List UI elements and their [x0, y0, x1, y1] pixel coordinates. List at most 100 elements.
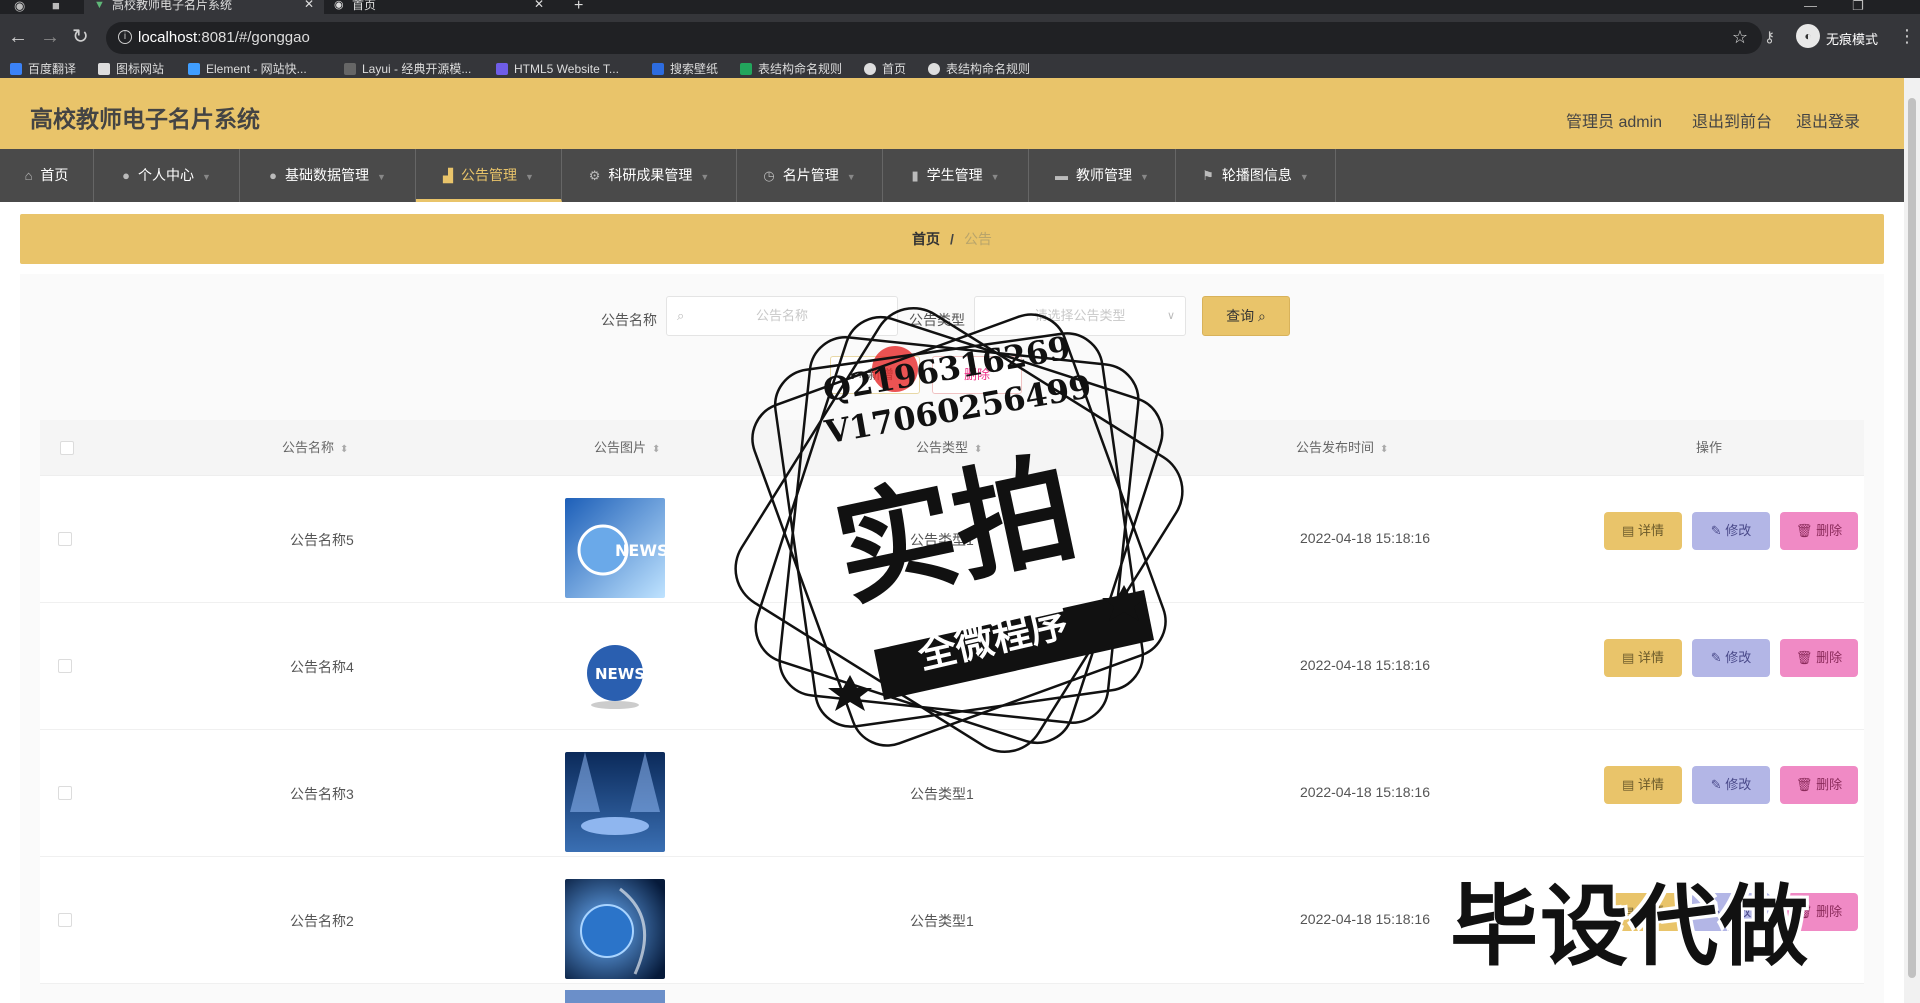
cursor-highlight: [872, 346, 918, 392]
table-row: 公告名称3 公告类型1 2022-04-18 15:18:16 ▤ 详情 ✎ 修…: [40, 730, 1864, 857]
bookmark-item[interactable]: Element - 网站快...: [188, 62, 307, 76]
table-row: 公告名称5 NEWS 公告类型1 2022-04-18 15:18:16 ▤ 详…: [40, 476, 1864, 603]
chevron-down-icon: ▼: [201, 172, 211, 182]
trash-icon: 🗑: [1795, 523, 1813, 538]
sheet-icon: [740, 63, 752, 75]
name-search-placeholder: 公告名称: [755, 308, 808, 323]
logout-link[interactable]: 退出登录: [1796, 108, 1860, 132]
table-row: 公告名称2 公告类型1 2022-04-18 15:18:16 ▤ 详情 ✎ 修…: [40, 857, 1864, 984]
notice-image[interactable]: NEWS: [565, 498, 665, 598]
col-notice-time[interactable]: 公告发布时间 ⬍: [1296, 420, 1388, 476]
batch-delete-button[interactable]: 删除: [932, 356, 1022, 394]
nav-item-teacher[interactable]: ▬ 教师管理 ▼: [1029, 149, 1176, 202]
row-time: 2022-04-18 15:18:16: [1300, 784, 1430, 800]
flag-icon: [98, 63, 110, 75]
edit-button[interactable]: ✎ 修改: [1692, 893, 1770, 931]
bookmark-item[interactable]: 表结构命名规则: [740, 62, 842, 76]
delete-button[interactable]: 🗑 删除: [1780, 639, 1858, 677]
flag-icon: ⚑: [1202, 168, 1214, 183]
col-notice-type[interactable]: 公告类型 ⬍: [916, 420, 982, 476]
maximize-icon[interactable]: ❐: [1852, 0, 1864, 14]
html5-icon: [496, 63, 508, 75]
row-type: 公告类型1: [910, 913, 974, 929]
nav-item-notice[interactable]: ▟ 公告管理 ▼: [416, 149, 562, 202]
notice-image[interactable]: [565, 752, 665, 852]
nav-item-basic-data[interactable]: ● 基础数据管理 ▼: [240, 149, 416, 202]
detail-button[interactable]: ▤ 详情: [1604, 766, 1682, 804]
incognito-badge[interactable]: ◐ 无痕模式: [1792, 22, 1902, 52]
info-icon[interactable]: i: [118, 30, 132, 44]
wallpaper-icon: [652, 63, 664, 75]
type-select[interactable]: 请选择公告类型 ∨: [974, 296, 1186, 336]
close-icon[interactable]: ✕: [304, 0, 314, 10]
new-tab-icon[interactable]: +: [574, 0, 583, 15]
delete-button[interactable]: 🗑 删除: [1780, 893, 1858, 931]
query-button[interactable]: 查询 ⌕: [1202, 296, 1290, 336]
nav-item-carousel[interactable]: ⚑ 轮播图信息 ▼: [1176, 149, 1336, 202]
more-menu-icon[interactable]: ⋮: [1898, 26, 1916, 47]
pencil-icon: ✎: [1710, 523, 1722, 538]
notice-image[interactable]: [565, 879, 665, 979]
bookmark-item[interactable]: 百度翻译: [10, 62, 76, 76]
name-search-input[interactable]: ⌕ 公告名称: [666, 296, 898, 336]
chart-icon: ▮: [911, 168, 919, 183]
layui-icon: [344, 63, 356, 75]
delete-button[interactable]: 🗑 删除: [1780, 512, 1858, 550]
home-icon: ⌂: [24, 168, 33, 183]
bookmark-item[interactable]: 图标网站: [98, 62, 164, 76]
reload-icon[interactable]: ↻: [72, 26, 89, 48]
chevron-down-icon: ▼: [700, 172, 710, 182]
bookmark-item[interactable]: 搜索壁纸: [652, 62, 718, 76]
url-text[interactable]: localhost:8081/#/gonggao: [138, 29, 310, 46]
row-checkbox[interactable]: [58, 659, 72, 673]
nav-item-personal[interactable]: ● 个人中心 ▼: [94, 149, 240, 202]
nav-item-card[interactable]: ◷ 名片管理 ▼: [737, 149, 883, 202]
forward-icon[interactable]: →: [40, 26, 60, 48]
bookmark-item[interactable]: Layui - 经典开源模...: [344, 62, 471, 76]
row-checkbox[interactable]: [58, 913, 72, 927]
url-field[interactable]: i localhost:8081/#/gonggao ☆: [106, 22, 1762, 54]
page-scrollbar[interactable]: [1904, 78, 1920, 1003]
tab-search-icon[interactable]: ■: [52, 0, 60, 13]
pencil-icon: ✎: [1710, 650, 1722, 665]
edit-button[interactable]: ✎ 修改: [1692, 639, 1770, 677]
chevron-down-icon: ▼: [376, 172, 386, 182]
bookmark-item[interactable]: HTML5 Website T...: [496, 62, 619, 76]
back-to-front-link[interactable]: 退出到前台: [1692, 108, 1772, 132]
close-icon[interactable]: ✕: [534, 0, 544, 10]
vue-icon: ▼: [94, 0, 105, 11]
detail-button[interactable]: ▤ 详情: [1604, 893, 1682, 931]
nav-item-research[interactable]: ⚙ 科研成果管理 ▼: [562, 149, 737, 202]
row-checkbox[interactable]: [58, 532, 72, 546]
breadcrumb-home[interactable]: 首页: [912, 231, 940, 247]
notice-image[interactable]: NEWS: [565, 625, 665, 725]
col-notice-name[interactable]: 公告名称 ⬍: [282, 420, 348, 476]
nav-item-student[interactable]: ▮ 学生管理 ▼: [883, 149, 1029, 202]
document-icon: ▤: [1622, 523, 1635, 538]
pencil-icon: ✎: [1710, 777, 1722, 792]
select-all-checkbox[interactable]: [60, 441, 74, 455]
browser-tab-active[interactable]: ▼ 高校教师电子名片系统 ✕: [84, 0, 324, 14]
chevron-down-icon: ▼: [525, 172, 534, 182]
delete-button[interactable]: 🗑 删除: [1780, 766, 1858, 804]
bookmark-star-icon[interactable]: ☆: [1732, 27, 1748, 48]
scroll-thumb[interactable]: [1908, 98, 1916, 978]
col-notice-image[interactable]: 公告图片 ⬍: [594, 420, 660, 476]
bookmark-item[interactable]: 表结构命名规则: [928, 62, 1030, 76]
translate-icon: [10, 63, 22, 75]
document-icon: ▤: [1622, 904, 1635, 919]
notice-image[interactable]: [565, 990, 665, 1003]
edit-button[interactable]: ✎ 修改: [1692, 512, 1770, 550]
back-icon[interactable]: ←: [8, 26, 28, 48]
minimize-icon[interactable]: —: [1804, 0, 1817, 13]
nav-item-home[interactable]: ⌂ 首页: [0, 149, 94, 202]
browser-tab-inactive[interactable]: ◉ 首页 ✕: [324, 0, 554, 14]
detail-button[interactable]: ▤ 详情: [1604, 512, 1682, 550]
browser-menu-icon[interactable]: ◉: [14, 0, 25, 14]
edit-button[interactable]: ✎ 修改: [1692, 766, 1770, 804]
row-name: 公告名称3: [290, 786, 354, 802]
row-checkbox[interactable]: [58, 786, 72, 800]
detail-button[interactable]: ▤ 详情: [1604, 639, 1682, 677]
bookmark-item[interactable]: 首页: [864, 62, 906, 76]
key-icon[interactable]: ⚷: [1764, 28, 1775, 46]
